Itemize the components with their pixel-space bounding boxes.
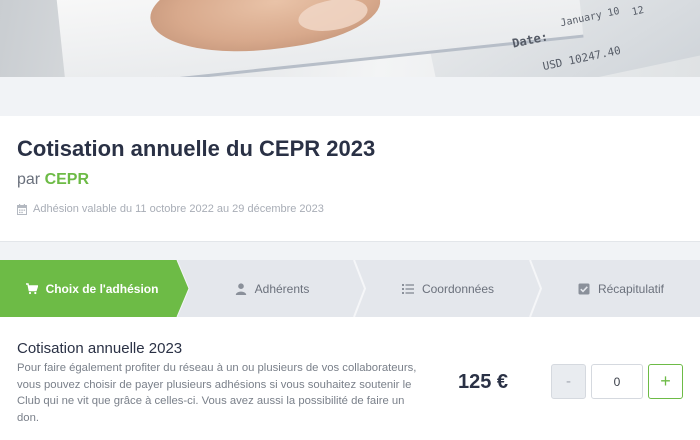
event-header: Cotisation annuelle du CEPR 2023 par CEP…	[0, 116, 700, 242]
step-label: Adhérents	[254, 281, 310, 296]
step-adherents[interactable]: Adhérents	[190, 260, 354, 317]
step-label: Récapitulatif	[597, 281, 665, 296]
validity-text: Adhésion valable du 11 octobre 2022 au 2…	[33, 203, 324, 215]
organizer-line: par CEPR	[17, 171, 89, 189]
step-recapitulatif[interactable]: Récapitulatif	[542, 260, 700, 317]
increase-quantity-button[interactable]: +	[648, 364, 683, 399]
step-choix-adhesion[interactable]: Choix de l'adhésion	[0, 260, 184, 317]
option-price: 125 €	[458, 371, 509, 393]
step-label: Choix de l'adhésion	[45, 281, 159, 296]
validity-info: Adhésion valable du 11 octobre 2022 au 2…	[17, 203, 324, 215]
page-title: Cotisation annuelle du CEPR 2023	[17, 136, 376, 161]
step-label: Coordonnées	[421, 281, 495, 296]
membership-option: Cotisation annuelle 2023 Pour faire égal…	[0, 317, 700, 440]
user-icon	[235, 282, 246, 295]
organizer-link[interactable]: CEPR	[45, 171, 89, 188]
quantity-input[interactable]	[591, 364, 643, 399]
option-description: Pour faire également profiter du réseau …	[17, 362, 417, 424]
by-prefix: par	[17, 171, 41, 188]
checkout-stepper: Choix de l'adhésion Adhérents Coordonnée…	[0, 260, 700, 317]
calendar-icon	[17, 203, 27, 215]
step-coordonnees[interactable]: Coordonnées	[366, 260, 530, 317]
decrease-quantity-button[interactable]: -	[551, 364, 586, 399]
list-icon	[401, 283, 414, 294]
cart-icon	[25, 282, 38, 294]
option-title: Cotisation annuelle 2023	[17, 340, 183, 357]
check-square-icon	[578, 283, 590, 294]
hero-banner-image: Date: January 10 USD 10247.40 12	[0, 0, 700, 77]
